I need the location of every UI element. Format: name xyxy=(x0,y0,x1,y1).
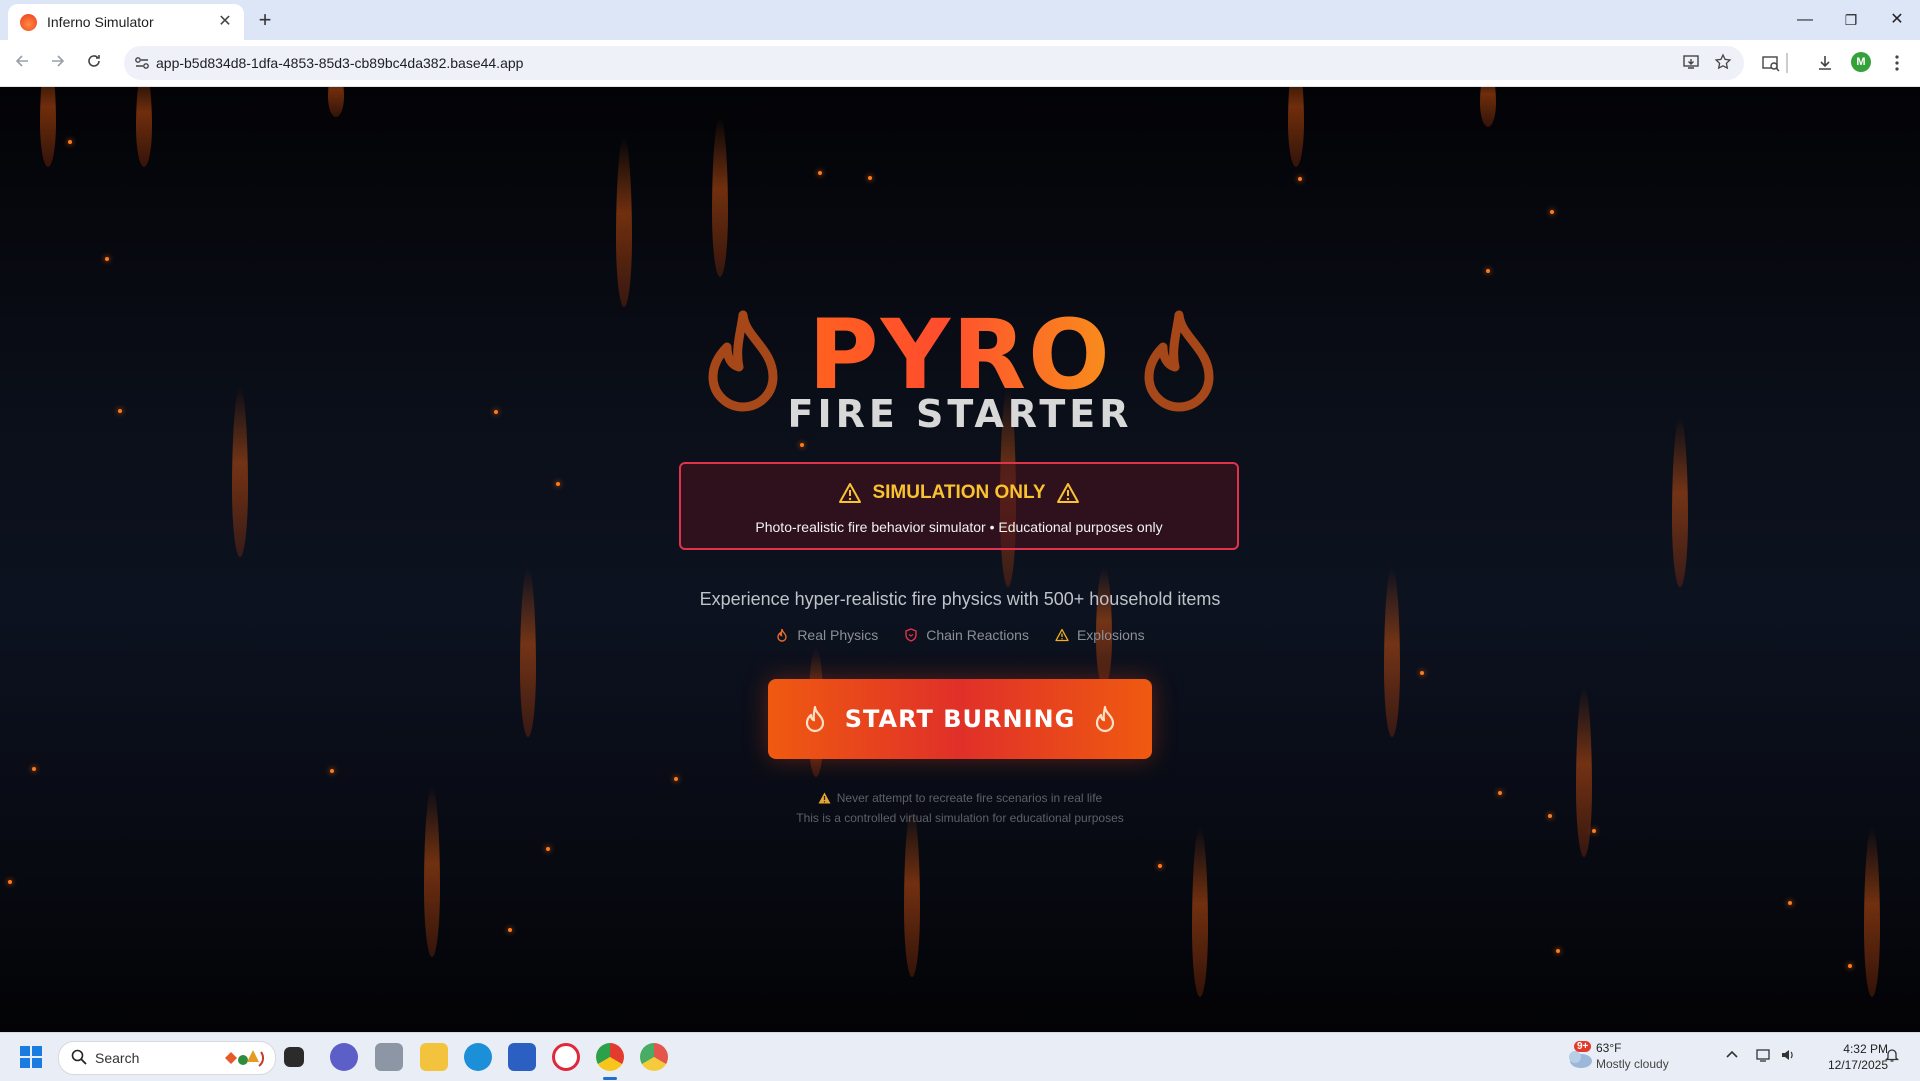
tab-title: Inferno Simulator xyxy=(47,14,154,30)
windows-taskbar: Search 9+ 63°F Mostly cloudy 4:32 PM 12/… xyxy=(0,1032,1920,1081)
tab-strip: Inferno Simulator ✕ + — ❐ ✕ xyxy=(0,0,1920,40)
feature-label: Explosions xyxy=(1076,627,1145,643)
tagline: Experience hyper-realistic fire physics … xyxy=(699,589,1221,609)
volume-icon[interactable] xyxy=(1778,1047,1798,1067)
weather-badge: 9+ xyxy=(1574,1041,1592,1052)
page-viewport: PYRO FIRE STARTER SIMULATION ONLY Photo-… xyxy=(0,87,1920,1032)
chevron-up-icon[interactable] xyxy=(1722,1047,1742,1067)
back-button[interactable] xyxy=(8,49,36,77)
disclaimer-line-2: This is a controlled virtual simulation … xyxy=(796,811,1124,825)
browser-toolbar: app-b5d834d8-1dfa-4853-85d3-cb89bc4da382… xyxy=(0,40,1920,87)
install-app-icon[interactable] xyxy=(1680,53,1702,73)
address-bar[interactable]: app-b5d834d8-1dfa-4853-85d3-cb89bc4da382… xyxy=(124,46,1744,80)
bookmark-star-icon[interactable] xyxy=(1712,53,1734,73)
simulation-warning-banner: SIMULATION ONLY Photo-realistic fire beh… xyxy=(679,462,1239,550)
clock-time: 4:32 PM xyxy=(1843,1042,1888,1056)
flame-icon xyxy=(805,705,824,733)
edge-icon[interactable] xyxy=(464,1043,492,1071)
start-burning-button[interactable]: START BURNING xyxy=(768,679,1152,759)
teams-icon[interactable] xyxy=(330,1043,358,1071)
feature-label: Chain Reactions xyxy=(926,627,1029,643)
app-icon[interactable] xyxy=(375,1043,403,1071)
search-highlight-icon xyxy=(225,1050,265,1067)
browser-tab-active[interactable]: Inferno Simulator ✕ xyxy=(8,4,244,40)
chrome-icon[interactable] xyxy=(596,1043,624,1071)
forward-button[interactable] xyxy=(44,49,72,77)
opera-icon[interactable] xyxy=(552,1043,580,1071)
feature-list: Real Physics Chain Reactions Explosions xyxy=(560,627,1360,643)
weather-widget[interactable]: 9+ 63°F Mostly cloudy xyxy=(1566,1039,1686,1075)
taskbar-search[interactable]: Search xyxy=(58,1041,276,1075)
search-label: Search xyxy=(95,1050,140,1066)
warning-subtitle: Photo-realistic fire behavior simulator … xyxy=(755,519,1163,535)
warning-icon xyxy=(818,792,831,804)
flame-icon xyxy=(1096,705,1115,733)
browser-menu-icon[interactable] xyxy=(1886,53,1908,75)
feature-real-physics: Real Physics xyxy=(775,627,878,643)
windows-start-icon[interactable] xyxy=(20,1046,42,1068)
downloads-icon[interactable] xyxy=(1814,53,1836,75)
feature-chain-reactions: Chain Reactions xyxy=(904,627,1029,643)
system-clock[interactable]: 4:32 PM 12/17/2025 xyxy=(1806,1041,1888,1073)
warning-triangle-icon xyxy=(839,483,862,503)
logo-title: PYRO xyxy=(760,305,1160,405)
warning-title-row: SIMULATION ONLY xyxy=(681,482,1237,504)
notification-bell-icon[interactable] xyxy=(1882,1047,1902,1067)
hero-section: PYRO FIRE STARTER SIMULATION ONLY Photo-… xyxy=(0,87,1920,1032)
weather-desc: Mostly cloudy xyxy=(1596,1057,1669,1071)
tab-search-icon[interactable] xyxy=(1760,53,1782,75)
shield-icon xyxy=(905,628,917,642)
toolbar-divider xyxy=(1786,53,1788,73)
warning-title: SIMULATION ONLY xyxy=(872,482,1046,503)
store-icon[interactable] xyxy=(508,1043,536,1071)
minimize-button[interactable]: — xyxy=(1782,0,1828,40)
warning-triangle-icon xyxy=(1056,483,1079,503)
new-tab-button[interactable]: + xyxy=(252,8,278,34)
file-explorer-icon[interactable] xyxy=(420,1043,448,1071)
clock-date: 12/17/2025 xyxy=(1827,1058,1888,1072)
arrow-left-icon xyxy=(15,55,28,67)
feature-label: Real Physics xyxy=(797,627,879,643)
reload-icon xyxy=(88,55,100,67)
task-view-icon[interactable] xyxy=(284,1047,304,1067)
profile-avatar[interactable]: M xyxy=(1851,52,1871,72)
start-burning-label: START BURNING xyxy=(844,705,1076,733)
logo-subtitle: FIRE STARTER xyxy=(787,392,1133,436)
disclaimer-line-1: Never attempt to recreate fire scenarios… xyxy=(660,791,1260,805)
network-icon[interactable] xyxy=(1754,1047,1774,1067)
arrow-right-icon xyxy=(52,55,65,67)
address-url[interactable]: app-b5d834d8-1dfa-4853-85d3-cb89bc4da382… xyxy=(156,46,523,80)
tab-close-icon[interactable]: ✕ xyxy=(214,11,236,33)
disclaimer-text-1: Never attempt to recreate fire scenarios… xyxy=(836,791,1103,805)
warning-icon xyxy=(1055,628,1069,642)
feature-explosions: Explosions xyxy=(1055,627,1145,643)
reload-button[interactable] xyxy=(80,49,108,77)
window-close-button[interactable]: ✕ xyxy=(1874,0,1920,40)
chrome-icon[interactable] xyxy=(640,1043,668,1071)
flame-icon xyxy=(777,628,788,642)
search-icon xyxy=(71,1049,87,1065)
maximize-button[interactable]: ❐ xyxy=(1828,0,1874,40)
app-favicon-icon xyxy=(20,13,37,31)
weather-temp: 63°F xyxy=(1596,1041,1622,1055)
site-info-icon[interactable] xyxy=(132,53,152,73)
